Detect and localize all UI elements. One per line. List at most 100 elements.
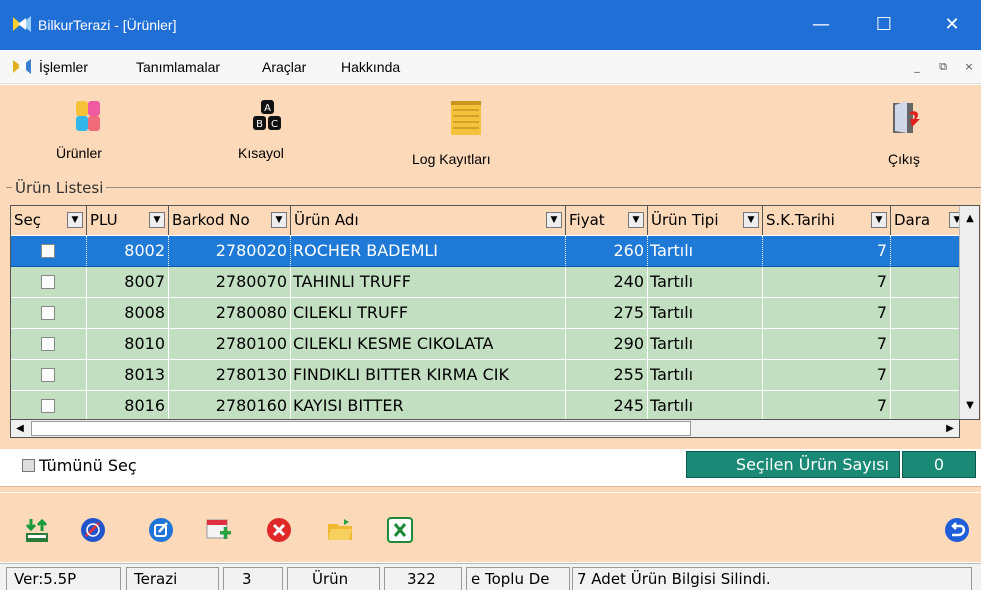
cell-urun-tipi: Tartılı bbox=[648, 391, 763, 419]
dropdown-icon: ▼ bbox=[271, 212, 287, 228]
checkbox-icon[interactable] bbox=[22, 459, 35, 472]
cell-dara bbox=[891, 298, 959, 328]
menu-islemler[interactable]: İşlemler bbox=[39, 59, 88, 75]
cell-urun-tipi: Tartılı bbox=[648, 329, 763, 359]
col-header-fiyat[interactable]: Fiyat ▼ bbox=[566, 206, 648, 235]
cell-fiyat: 260 bbox=[566, 236, 648, 266]
status-bar: Ver:5.5P Terazi 3 Ürün 322 e Toplu De 7 … bbox=[0, 563, 981, 590]
cell-barkod: 2780070 bbox=[169, 267, 291, 297]
scroll-right-icon[interactable]: ▶ bbox=[941, 420, 959, 437]
menu-araclar[interactable]: Araçlar bbox=[262, 59, 306, 75]
maximize-button[interactable]: ☐ bbox=[862, 8, 906, 42]
col-header-barkod[interactable]: Barkod No ▼ bbox=[169, 206, 291, 235]
dropdown-icon: ▼ bbox=[949, 212, 959, 228]
col-header-urun-adi[interactable]: Ürün Adı ▼ bbox=[291, 206, 566, 235]
title-bar: BilkurTerazi - [Ürünler] — ☐ ✕ bbox=[0, 0, 981, 50]
table-row[interactable]: 8010 2780100 CILEKLI KESME CIKOLATA 290 … bbox=[11, 329, 959, 360]
main-toolbar: Ürünler A B C Kısayol Log Kayıtları Çıkı… bbox=[0, 84, 981, 179]
cell-barkod: 2780160 bbox=[169, 391, 291, 419]
disabled-tool-icon[interactable] bbox=[80, 517, 106, 543]
cell-urun-adi: CILEKLI KESME CIKOLATA bbox=[291, 329, 566, 359]
dropdown-icon: ▼ bbox=[743, 212, 759, 228]
abc-icon: A B C bbox=[253, 100, 281, 130]
scroll-thumb[interactable] bbox=[31, 421, 691, 436]
status-urun-value: 322 bbox=[384, 567, 462, 590]
product-grid[interactable]: Seç ▼ PLU ▼ Barkod No ▼ Ürün Adı ▼ Fiyat ▼ Ür… bbox=[10, 205, 980, 420]
menu-hakkinda[interactable]: Hakkında bbox=[341, 59, 400, 75]
cell-urun-adi: CILEKLI TRUFF bbox=[291, 298, 566, 328]
cell-plu: 8013 bbox=[87, 360, 169, 390]
minimize-button[interactable]: — bbox=[799, 8, 843, 42]
selected-count-label: Seçilen Ürün Sayısı bbox=[686, 451, 900, 478]
col-header-sec[interactable]: Seç ▼ bbox=[11, 206, 87, 235]
table-row[interactable]: 8013 2780130 FINDIKLI BITTER KIRMA CIK 2… bbox=[11, 360, 959, 391]
svg-text:B: B bbox=[256, 119, 263, 130]
grid-header: Seç ▼ PLU ▼ Barkod No ▼ Ürün Adı ▼ Fiyat ▼ Ür… bbox=[11, 206, 959, 235]
mdi-restore-button[interactable]: ⧉ bbox=[932, 60, 954, 78]
mdi-close-button[interactable]: × bbox=[958, 60, 980, 78]
mdi-minimize-button[interactable]: _ bbox=[906, 60, 928, 78]
col-header-dara[interactable]: Dara▼ bbox=[891, 206, 959, 235]
table-row[interactable]: 8002 2780020 ROCHER BADEMLI 260 Tartılı … bbox=[11, 236, 959, 267]
status-urun-label: Ürün bbox=[287, 567, 380, 590]
col-header-plu[interactable]: PLU ▼ bbox=[87, 206, 169, 235]
delete-icon[interactable] bbox=[266, 517, 292, 543]
selected-count-value: 0 bbox=[902, 451, 976, 478]
scroll-down-icon[interactable]: ▼ bbox=[961, 396, 979, 416]
status-terazi-label: Terazi bbox=[126, 567, 219, 590]
log-button[interactable]: Log Kayıtları bbox=[403, 91, 533, 171]
status-terazi-value: 3 bbox=[223, 567, 283, 590]
products-icon bbox=[76, 101, 100, 131]
exit-door-icon bbox=[893, 101, 920, 133]
cikis-button[interactable]: Çıkış bbox=[868, 91, 948, 171]
scale-transfer-icon[interactable] bbox=[24, 517, 50, 543]
table-row[interactable]: 8007 2780070 TAHINLI TRUFF 240 Tartılı 7 bbox=[11, 267, 959, 298]
svg-text:A: A bbox=[264, 103, 271, 114]
cell-urun-tipi: Tartılı bbox=[648, 267, 763, 297]
table-row[interactable]: 8016 2780160 KAYISI BITTER 245 Tartılı 7 bbox=[11, 391, 959, 419]
window-title: BilkurTerazi - [Ürünler] bbox=[38, 17, 177, 33]
app-menu-icon[interactable] bbox=[12, 58, 32, 75]
menu-tanimlamalar[interactable]: Tanımlamalar bbox=[136, 59, 220, 75]
cikis-label: Çıkış bbox=[888, 151, 920, 167]
open-folder-icon[interactable] bbox=[327, 517, 353, 543]
select-all-label: Tümünü Seç bbox=[39, 456, 137, 475]
urunler-label: Ürünler bbox=[56, 145, 102, 161]
dropdown-icon: ▼ bbox=[871, 212, 887, 228]
cell-dara bbox=[891, 391, 959, 419]
status-message-1: e Toplu De bbox=[466, 567, 570, 590]
horizontal-scrollbar[interactable]: ◀ ▶ bbox=[10, 420, 960, 438]
cell-sk-tarihi: 7 bbox=[763, 391, 891, 419]
back-icon[interactable] bbox=[944, 517, 970, 543]
cell-sk-tarihi: 7 bbox=[763, 236, 891, 266]
col-header-sk-tarihi[interactable]: S.K.Tarihi ▼ bbox=[763, 206, 891, 235]
log-label: Log Kayıtları bbox=[412, 151, 491, 167]
cell-urun-adi: ROCHER BADEMLI bbox=[291, 236, 566, 266]
urunler-button[interactable]: Ürünler bbox=[40, 91, 130, 171]
cell-fiyat: 255 bbox=[566, 360, 648, 390]
cell-plu: 8002 bbox=[87, 236, 169, 266]
cell-plu: 8016 bbox=[87, 391, 169, 419]
cell-barkod: 2780020 bbox=[169, 236, 291, 266]
table-row[interactable]: 8008 2780080 CILEKLI TRUFF 275 Tartılı 7 bbox=[11, 298, 959, 329]
scroll-left-icon[interactable]: ◀ bbox=[11, 420, 29, 437]
add-calendar-icon[interactable] bbox=[206, 517, 232, 543]
kisayol-button[interactable]: A B C Kısayol bbox=[224, 91, 314, 171]
vertical-scrollbar[interactable]: ▲ ▼ bbox=[959, 206, 979, 419]
scroll-up-icon[interactable]: ▲ bbox=[961, 209, 979, 229]
cell-sk-tarihi: 7 bbox=[763, 298, 891, 328]
excel-icon[interactable] bbox=[387, 517, 413, 543]
kisayol-label: Kısayol bbox=[238, 145, 284, 161]
edit-icon[interactable] bbox=[148, 517, 174, 543]
cell-urun-adi: TAHINLI TRUFF bbox=[291, 267, 566, 297]
col-header-urun-tipi[interactable]: Ürün Tipi ▼ bbox=[648, 206, 763, 235]
cell-sk-tarihi: 7 bbox=[763, 267, 891, 297]
cell-dara bbox=[891, 360, 959, 390]
cell-dara bbox=[891, 329, 959, 359]
cell-urun-adi: KAYISI BITTER bbox=[291, 391, 566, 419]
svg-text:C: C bbox=[271, 119, 278, 130]
close-button[interactable]: ✕ bbox=[930, 8, 974, 42]
group-title: Ürün Listesi bbox=[12, 179, 107, 197]
cell-fiyat: 290 bbox=[566, 329, 648, 359]
status-version: Ver:5.5P bbox=[6, 567, 121, 590]
